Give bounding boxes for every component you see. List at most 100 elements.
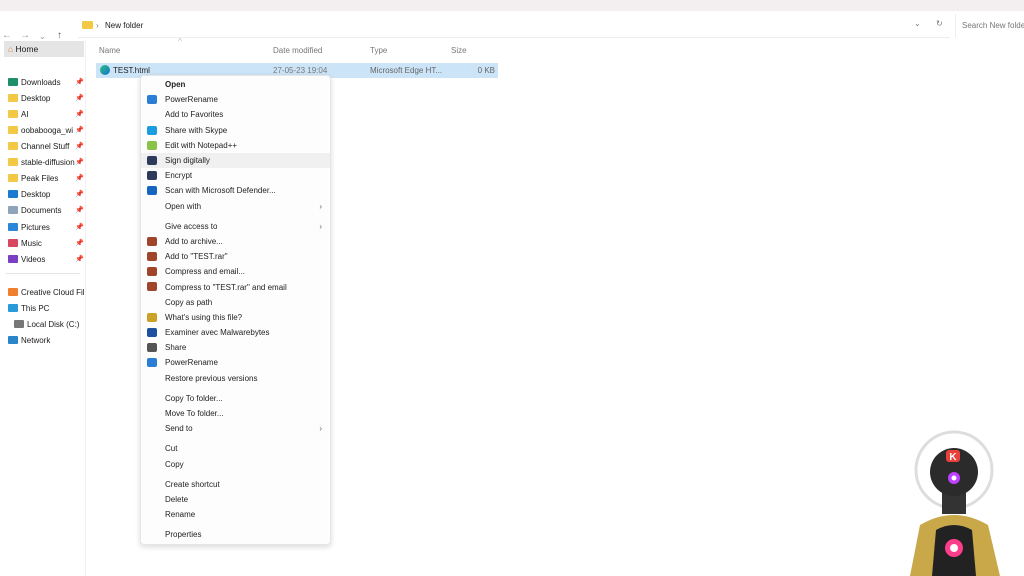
menu-item-label: Give access to — [165, 221, 218, 231]
menu-item[interactable]: PowerRename — [141, 92, 330, 107]
sidebar-item[interactable]: Peak Files — [8, 171, 84, 185]
menu-item[interactable]: Delete — [141, 492, 330, 507]
column-header-type[interactable]: Type — [370, 46, 387, 55]
menu-item[interactable]: Compress to "TEST.rar" and email — [141, 279, 330, 294]
sidebar-item[interactable]: Pictures — [8, 220, 84, 234]
sidebar-item[interactable]: Music — [8, 236, 84, 250]
folder-icon — [8, 223, 18, 231]
sidebar-item-label: Network — [21, 335, 51, 345]
folder-icon — [8, 142, 18, 150]
menu-item-label: Open with — [165, 201, 202, 211]
pin-icon[interactable]: 📌 — [75, 239, 84, 247]
pin-icon[interactable]: 📌 — [75, 142, 84, 150]
sidebar-item[interactable]: Network — [8, 333, 84, 347]
menu-item-icon — [147, 125, 157, 135]
address-bar[interactable]: › New folder ⌄ ↻ — [78, 13, 950, 38]
pin-icon[interactable]: 📌 — [75, 158, 84, 166]
pin-icon[interactable]: 📌 — [75, 206, 84, 214]
column-header-size[interactable]: Size — [451, 46, 467, 55]
menu-item-label: Delete — [165, 494, 189, 504]
menu-item[interactable]: Edit with Notepad++ — [141, 138, 330, 153]
menu-item[interactable]: Copy as path — [141, 295, 330, 310]
pin-icon[interactable]: 📌 — [75, 174, 84, 182]
menu-item[interactable]: Create shortcut — [141, 477, 330, 492]
sidebar-item[interactable]: stable-diffusion — [8, 155, 84, 169]
location-icon — [8, 336, 18, 344]
sidebar-item-label: Peak Files — [21, 173, 59, 183]
edge-icon — [100, 65, 110, 75]
menu-item[interactable]: Rename — [141, 507, 330, 522]
menu-item[interactable]: Restore previous versions — [141, 371, 330, 386]
menu-item-label: Cut — [165, 444, 178, 454]
sidebar-item[interactable]: AI — [8, 107, 84, 121]
menu-item[interactable]: Add to Favorites — [141, 107, 330, 122]
sidebar-item[interactable]: Local Disk (C:) — [14, 317, 90, 331]
sort-arrow-icon: ^ — [178, 37, 182, 46]
pin-icon[interactable]: 📌 — [75, 255, 84, 263]
menu-item[interactable]: Send to › — [141, 421, 330, 436]
menu-item[interactable]: Examiner avec Malwarebytes — [141, 325, 330, 340]
menu-item[interactable]: Open with › — [141, 199, 330, 214]
breadcrumb[interactable]: New folder — [105, 21, 143, 30]
menu-item-icon — [147, 186, 157, 196]
menu-item-icon — [147, 95, 157, 105]
folder-icon — [8, 174, 18, 182]
sidebar-item[interactable]: Desktop — [8, 187, 84, 201]
pin-icon[interactable]: 📌 — [75, 223, 84, 231]
menu-item-icon — [147, 358, 157, 368]
folder-icon — [82, 21, 93, 29]
sidebar-item[interactable]: Creative Cloud Files — [8, 285, 84, 299]
menu-item[interactable]: Share — [141, 340, 330, 355]
menu-item[interactable]: Add to archive... — [141, 234, 330, 249]
menu-item[interactable]: Share with Skype — [141, 123, 330, 138]
column-header-date[interactable]: Date modified — [273, 46, 322, 55]
column-header-name[interactable]: Name — [99, 46, 120, 55]
sidebar-item-label: Music — [21, 238, 42, 248]
pin-icon[interactable]: 📌 — [75, 126, 84, 134]
menu-item-label: Share with Skype — [165, 125, 228, 135]
history-chevron-icon[interactable]: ⌄ — [914, 19, 921, 28]
pin-icon[interactable]: 📌 — [75, 78, 84, 86]
sidebar-item[interactable]: Documents — [8, 203, 84, 217]
menu-item-icon — [147, 171, 157, 181]
menu-item[interactable]: Add to "TEST.rar" — [141, 249, 330, 264]
menu-item-icon — [147, 155, 157, 165]
menu-item[interactable]: Copy To folder... — [141, 391, 330, 406]
menu-item[interactable]: Cut — [141, 441, 330, 456]
menu-item[interactable]: What's using this file? — [141, 310, 330, 325]
refresh-icon[interactable]: ↻ — [936, 19, 943, 28]
pin-icon[interactable]: 📌 — [75, 190, 84, 198]
sidebar-item-label: Creative Cloud Files — [21, 287, 84, 297]
sidebar-item-label: Desktop — [21, 189, 51, 199]
pin-icon[interactable]: 📌 — [75, 94, 84, 102]
menu-item[interactable]: Sign digitally — [141, 152, 330, 169]
menu-item-icon — [147, 343, 157, 353]
menu-item-label: Compress and email... — [165, 267, 246, 277]
sidebar-item[interactable]: Channel Stuff — [8, 139, 84, 153]
file-date: 27-05-23 19:04 — [273, 66, 328, 75]
search-input[interactable]: Search New folder — [955, 14, 1024, 38]
folder-icon — [8, 158, 18, 166]
menu-item[interactable]: Give access to › — [141, 219, 330, 234]
sidebar-item[interactable]: Downloads — [8, 75, 84, 89]
pin-icon[interactable]: 📌 — [75, 110, 84, 118]
location-icon — [14, 320, 24, 328]
menu-item[interactable]: PowerRename — [141, 355, 330, 370]
sidebar-item[interactable]: This PC — [8, 301, 84, 315]
menu-item[interactable]: Open — [141, 77, 330, 92]
menu-item[interactable]: Scan with Microsoft Defender... — [141, 183, 330, 198]
divider — [6, 273, 80, 274]
sidebar-item[interactable]: Videos — [8, 252, 84, 266]
folder-icon — [8, 94, 18, 102]
menu-item[interactable]: Encrypt — [141, 168, 330, 183]
menu-item[interactable]: Copy — [141, 457, 330, 472]
menu-item[interactable]: Properties — [141, 527, 330, 542]
sidebar-item[interactable]: Desktop — [8, 91, 84, 105]
menu-item-label: Rename — [165, 510, 196, 520]
sidebar-item-label: Channel Stuff — [21, 141, 70, 151]
menu-item[interactable]: Move To folder... — [141, 406, 330, 421]
menu-item-label: Open — [165, 80, 186, 90]
menu-item-icon — [147, 312, 157, 322]
sidebar-item[interactable]: oobabooga_wi — [8, 123, 84, 137]
menu-item[interactable]: Compress and email... — [141, 264, 330, 279]
